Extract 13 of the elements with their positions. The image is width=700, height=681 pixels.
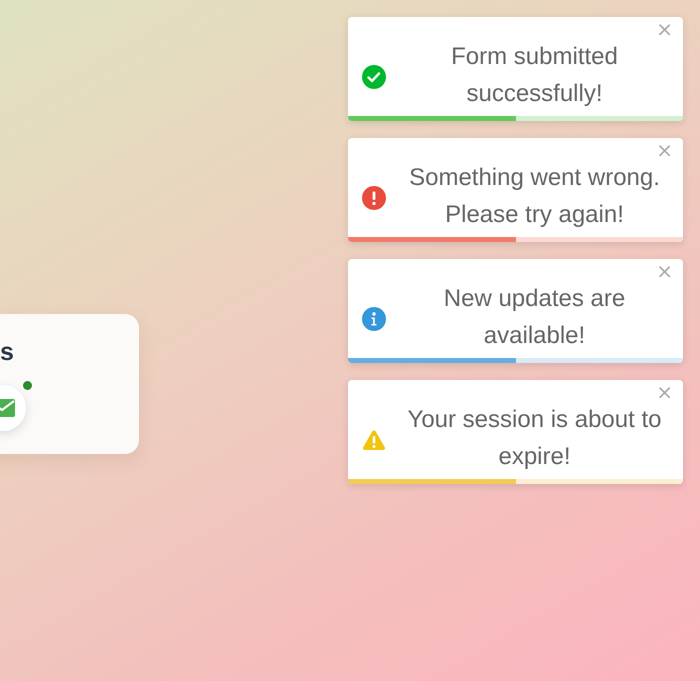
card-title: s [0,338,15,366]
info-circle-icon [362,306,386,330]
close-button[interactable]: × [654,142,675,158]
close-button[interactable]: × [654,384,675,400]
close-button[interactable]: × [654,263,675,279]
toast-message: Something went wrong. Please try again! [408,162,661,230]
toast-message: New updates are available! [442,284,626,350]
toast-message: Your session is about to expire! [406,404,662,472]
check-circle-icon [362,64,386,88]
toast-message: Form submitted successfully! [450,42,619,108]
warning-triangle-icon [362,428,386,452]
close-button[interactable]: × [654,21,675,37]
exclamation-circle-icon [362,186,386,210]
